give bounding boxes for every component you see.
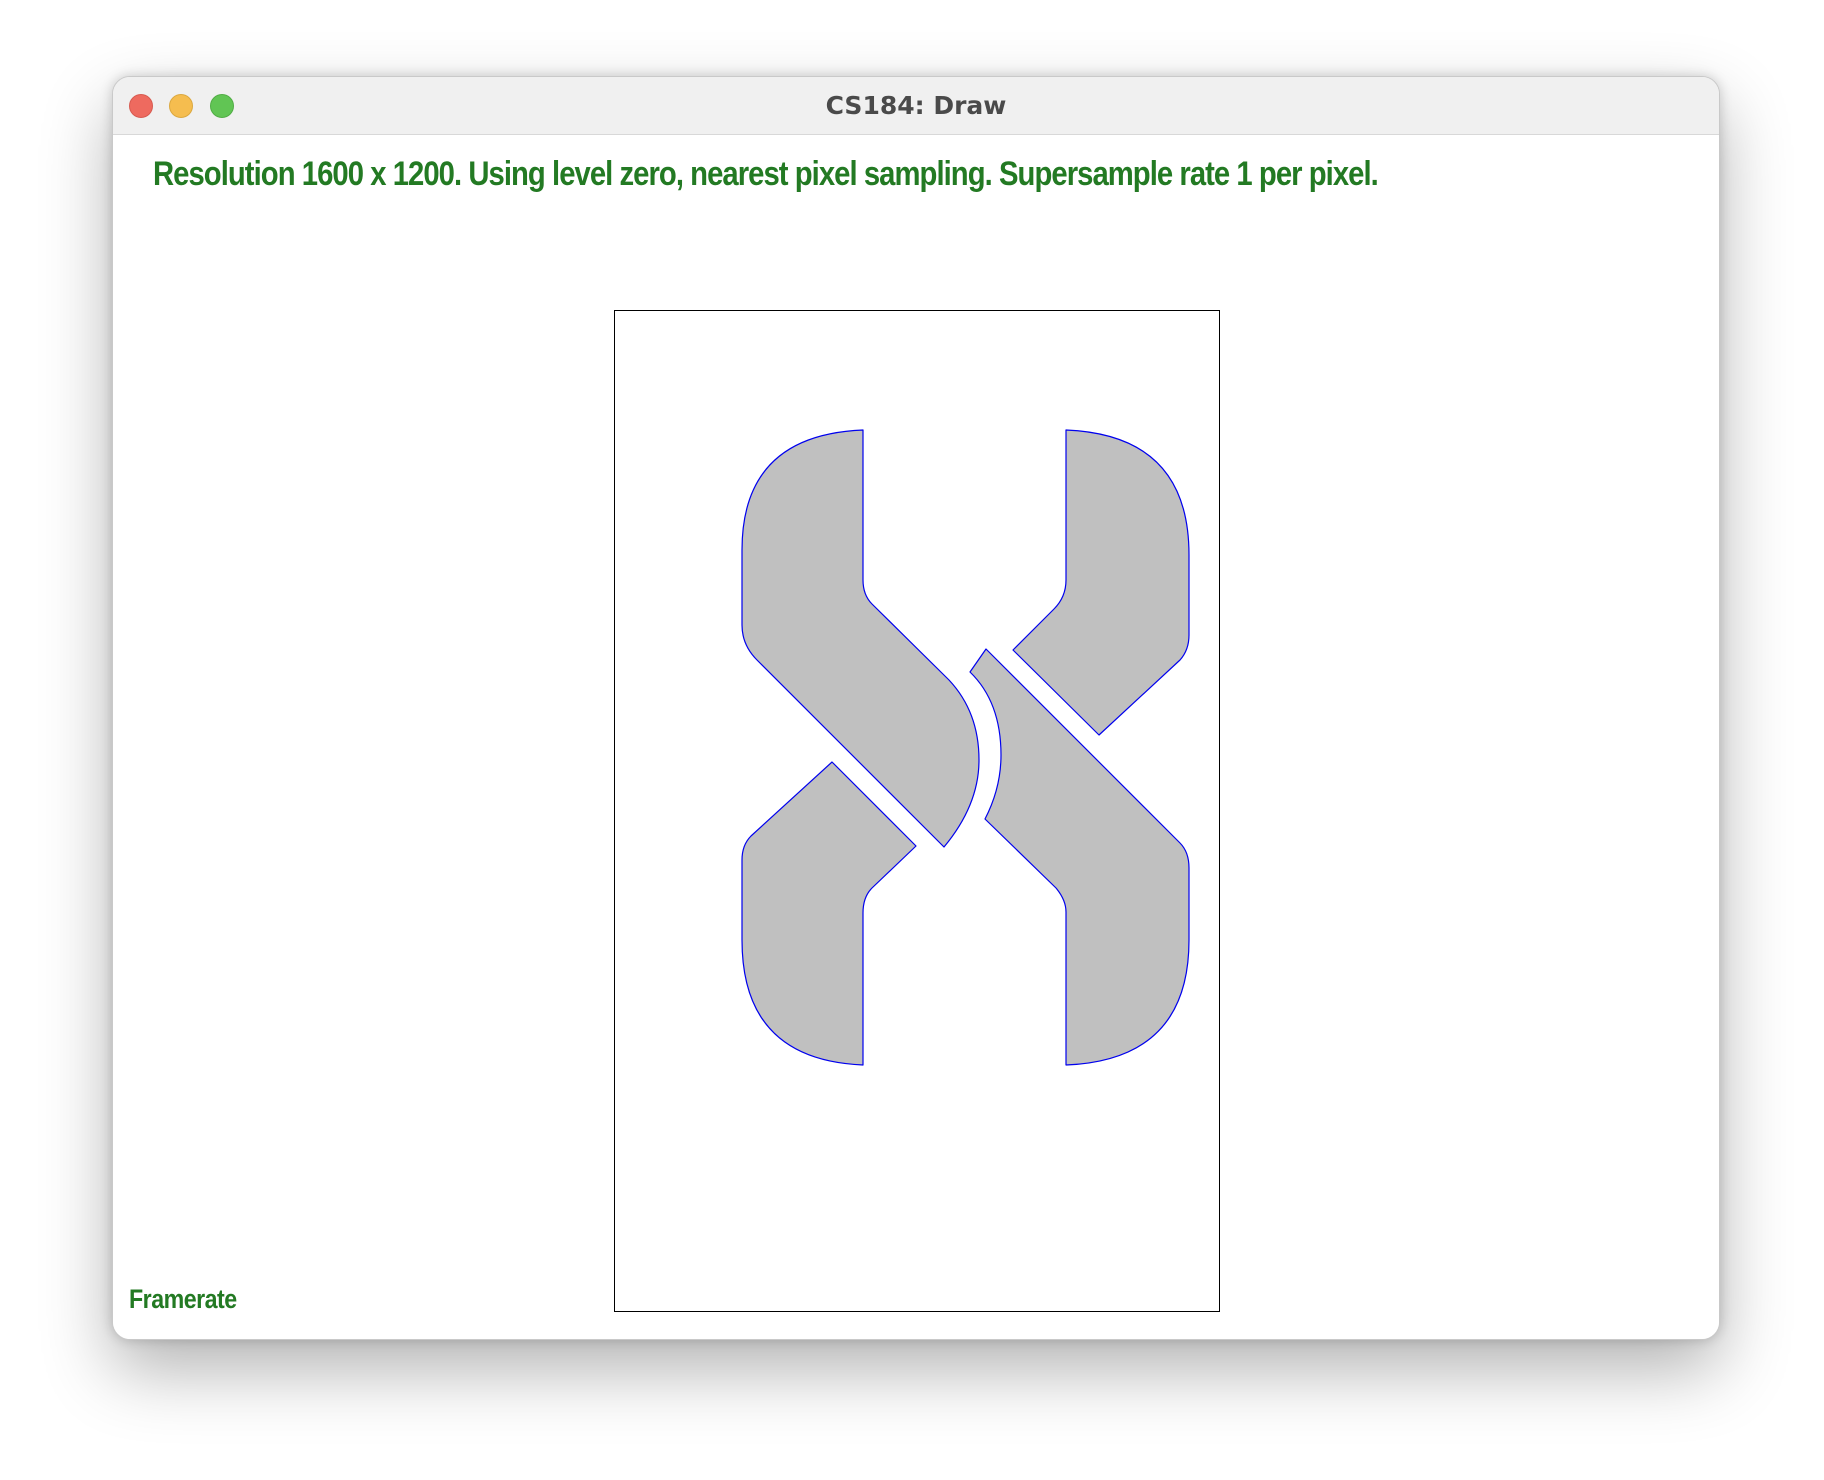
window-title: CS184: Draw — [825, 91, 1007, 120]
drawing-canvas[interactable] — [614, 310, 1220, 1312]
framerate-label: Framerate — [129, 1284, 237, 1314]
app-window: CS184: Draw Resolution 1600 x 1200. Usin… — [112, 76, 1720, 1340]
title-bar[interactable]: CS184: Draw — [113, 77, 1719, 135]
content-area: Resolution 1600 x 1200. Using level zero… — [113, 135, 1719, 1339]
status-text: Resolution 1600 x 1200. Using level zero… — [153, 155, 1379, 193]
